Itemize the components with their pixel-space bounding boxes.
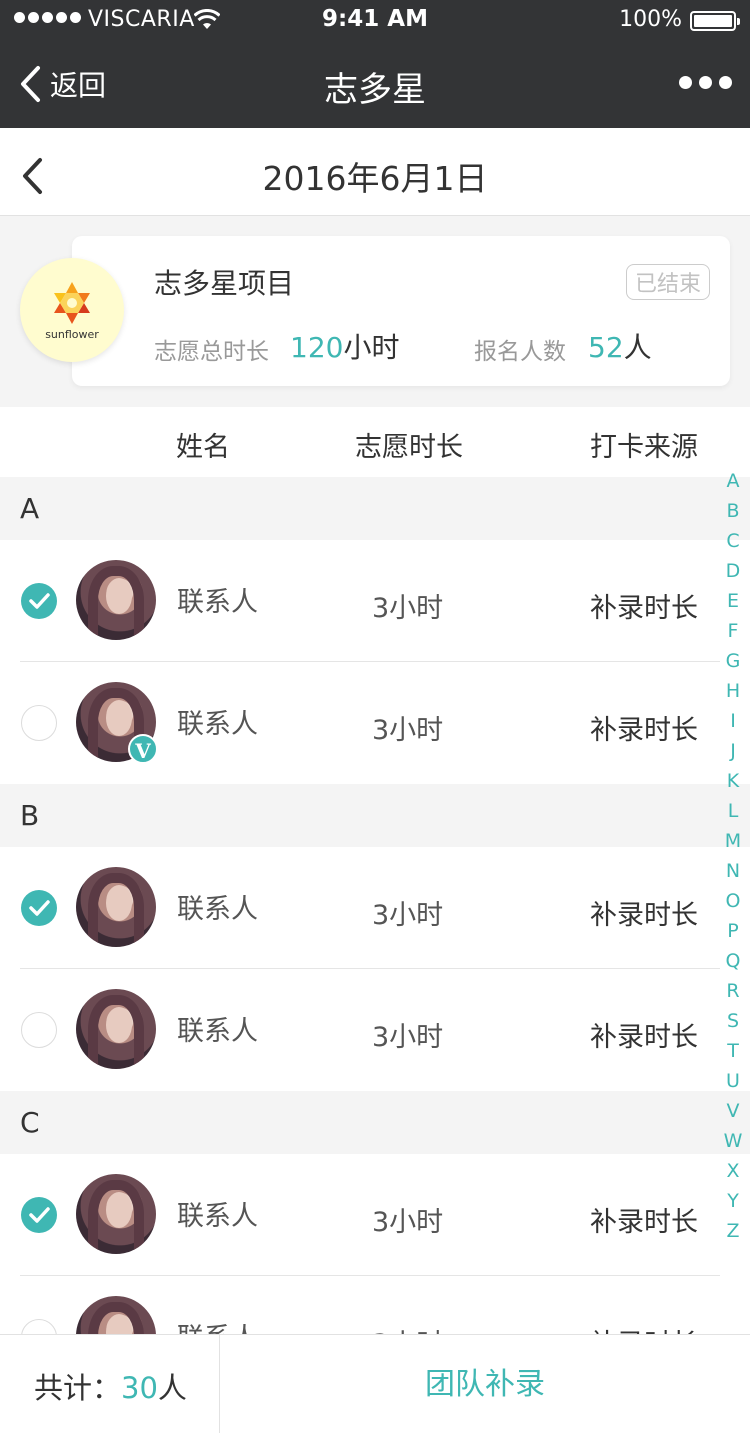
member-source: 补录时长 xyxy=(590,1022,698,1053)
member-name: 联系人 xyxy=(177,709,258,740)
checkmark-icon xyxy=(29,593,50,609)
member-source: 补录时长 xyxy=(590,715,698,746)
member-name: 联系人 xyxy=(177,894,258,925)
signup-count-value: 52人 xyxy=(588,331,652,364)
list-item[interactable]: 联系人 3小时 补录时长 xyxy=(0,540,750,662)
list-item[interactable]: V 联系人 3小时 补录时长 xyxy=(0,662,750,784)
checkmark-icon xyxy=(29,900,50,916)
more-options-button[interactable] xyxy=(679,76,732,89)
total-count: 共计：30人 xyxy=(34,1371,187,1405)
member-source: 补录时长 xyxy=(590,593,698,624)
status-badge: 已结束 xyxy=(625,264,710,300)
index-letter-e[interactable]: E xyxy=(727,586,739,616)
index-letter-o[interactable]: O xyxy=(726,886,741,916)
index-letter-d[interactable]: D xyxy=(726,556,741,586)
member-name: 联系人 xyxy=(177,1016,258,1047)
index-letter-n[interactable]: N xyxy=(726,856,740,886)
member-duration: 3小时 xyxy=(372,1022,444,1053)
index-letter-z[interactable]: Z xyxy=(726,1216,739,1246)
alphabet-index-bar[interactable]: ABCDEFGHIJKLMNOPQRSTUVWXYZ xyxy=(722,466,744,1246)
project-logo: sunflower xyxy=(20,258,124,362)
battery-percent: 100% xyxy=(619,7,682,32)
team-supplement-button[interactable]: 团队补录 xyxy=(220,1335,750,1433)
member-duration: 3小时 xyxy=(372,1322,443,1334)
list-item[interactable]: 联系人 3小时 补录时长 xyxy=(0,969,750,1091)
avatar: V xyxy=(76,682,158,764)
member-source: 补录时长 xyxy=(590,1322,698,1334)
index-letter-c[interactable]: C xyxy=(726,526,739,556)
index-letter-m[interactable]: M xyxy=(725,826,741,856)
index-letter-s[interactable]: S xyxy=(727,1006,739,1036)
column-header-name: 姓名 xyxy=(176,432,230,463)
member-duration: 3小时 xyxy=(372,593,444,624)
index-letter-i[interactable]: I xyxy=(730,706,736,736)
date-bar: 2016年6月1日 xyxy=(0,128,750,216)
avatar xyxy=(76,867,156,947)
index-letter-k[interactable]: K xyxy=(727,766,739,796)
total-hours-label: 志愿总时长 xyxy=(154,339,269,365)
index-letter-u[interactable]: U xyxy=(726,1066,740,1096)
checkbox-unchecked[interactable] xyxy=(21,1012,57,1048)
status-bar: VISCARIA 9:41 AM 100% xyxy=(0,0,750,40)
checkbox-checked[interactable] xyxy=(21,1197,57,1233)
signup-count-label: 报名人数 xyxy=(474,339,566,365)
index-letter-l[interactable]: L xyxy=(728,796,739,826)
index-letter-b[interactable]: B xyxy=(726,496,739,526)
list-header: 姓名 志愿时长 打卡来源 xyxy=(0,407,750,477)
bottom-bar: 共计：30人 团队补录 xyxy=(0,1334,750,1433)
logo-text: sunflower xyxy=(45,327,99,341)
index-letter-w[interactable]: W xyxy=(724,1126,743,1156)
index-letter-h[interactable]: H xyxy=(726,676,740,706)
member-list: 姓名 志愿时长 打卡来源 A 联系人 3小时 补录时长 V 联系人 3小时 补录… xyxy=(0,407,750,1334)
sunflower-logo-icon xyxy=(54,281,90,324)
index-letter-p[interactable]: P xyxy=(727,916,738,946)
index-letter-q[interactable]: Q xyxy=(726,946,741,976)
list-item[interactable]: 联系人 3小时 补录时长 xyxy=(0,1154,750,1276)
verified-badge-icon: V xyxy=(128,734,158,764)
member-source: 补录时长 xyxy=(590,1207,698,1238)
member-duration: 3小时 xyxy=(372,715,444,746)
project-summary-card: 志多星项目 已结束 志愿总时长 120小时 报名人数 52人 xyxy=(72,236,730,386)
avatar xyxy=(76,989,156,1069)
column-header-duration: 志愿时长 xyxy=(355,432,463,463)
checkmark-icon xyxy=(29,1207,50,1223)
index-letter-t[interactable]: T xyxy=(727,1036,739,1066)
project-name: 志多星项目 xyxy=(154,267,295,300)
index-letter-v[interactable]: V xyxy=(727,1096,740,1126)
section-header-c: C xyxy=(0,1091,750,1154)
column-header-source: 打卡来源 xyxy=(590,432,698,463)
avatar xyxy=(76,1296,156,1334)
index-letter-r[interactable]: R xyxy=(726,976,739,1006)
index-letter-a[interactable]: A xyxy=(727,466,740,496)
section-header-a: A xyxy=(0,477,750,540)
member-source: 补录时长 xyxy=(590,900,698,931)
index-letter-j[interactable]: J xyxy=(730,736,736,766)
list-item[interactable]: 联系人 3小时 补录时长 xyxy=(0,847,750,969)
member-duration: 3小时 xyxy=(372,1207,444,1238)
checkbox-unchecked[interactable] xyxy=(21,705,57,741)
index-letter-f[interactable]: F xyxy=(728,616,739,646)
list-item[interactable]: 联系人 3小时 补录时长 xyxy=(0,1276,750,1334)
index-letter-y[interactable]: Y xyxy=(727,1186,739,1216)
member-duration: 3小时 xyxy=(372,900,444,931)
page-title: 志多星 xyxy=(324,70,426,110)
member-name: 联系人 xyxy=(177,587,258,618)
checkbox-checked[interactable] xyxy=(21,890,57,926)
checkbox-unchecked[interactable] xyxy=(21,1319,57,1334)
index-letter-x[interactable]: X xyxy=(726,1156,739,1186)
avatar xyxy=(76,560,156,640)
section-header-b: B xyxy=(0,784,750,847)
member-name: 联系人 xyxy=(177,1201,258,1232)
avatar xyxy=(76,1174,156,1254)
index-letter-g[interactable]: G xyxy=(726,646,741,676)
member-name: 联系人 xyxy=(177,1316,258,1334)
current-date: 2016年6月1日 xyxy=(262,159,488,198)
total-hours-value: 120小时 xyxy=(290,331,400,364)
battery-icon xyxy=(690,11,740,31)
checkbox-checked[interactable] xyxy=(21,583,57,619)
nav-bar: 返回 志多星 xyxy=(0,40,750,128)
